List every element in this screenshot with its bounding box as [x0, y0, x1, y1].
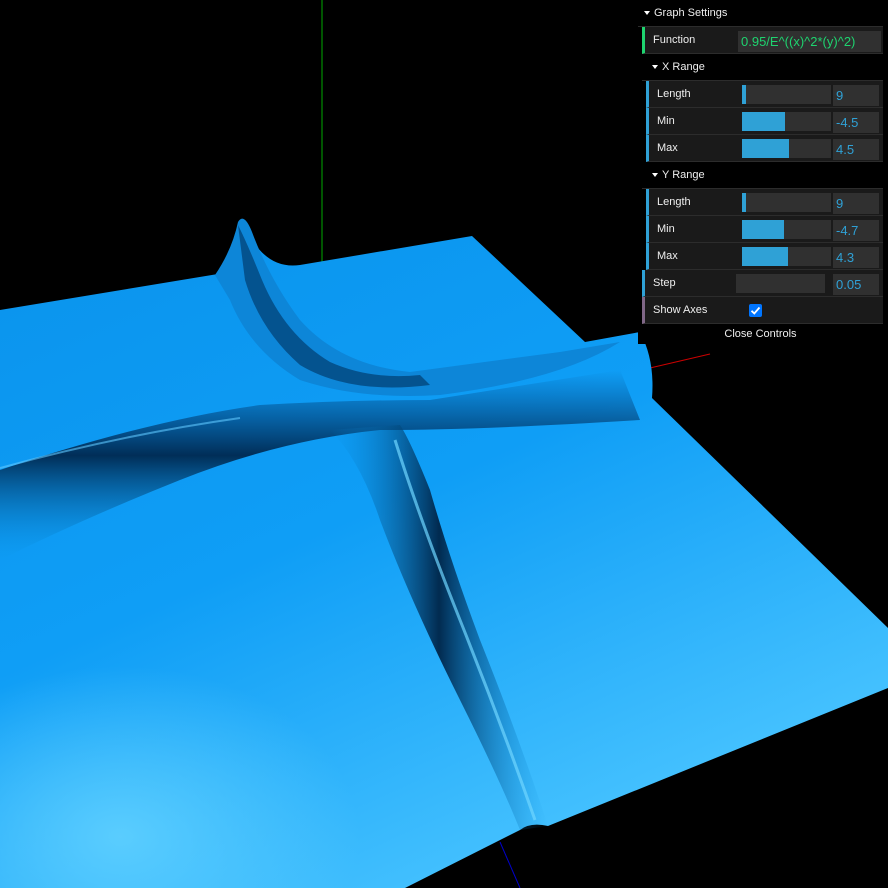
folder-x-range-title[interactable]: X Range: [642, 54, 883, 81]
folder-y-range: Y Range Length 9 Min -4.7 Max 4.3: [638, 162, 883, 270]
x-min-input[interactable]: -4.5: [833, 112, 879, 133]
folder-y-range-title[interactable]: Y Range: [642, 162, 883, 189]
show-axes-checkbox[interactable]: [749, 304, 762, 317]
step-input[interactable]: 0.05: [833, 274, 879, 295]
y-min-slider[interactable]: [742, 220, 831, 239]
y-max-label: Max: [657, 250, 678, 262]
x-length-label: Length: [657, 88, 691, 100]
y-length-row: Length 9: [646, 189, 883, 216]
y-length-label: Length: [657, 196, 691, 208]
y-min-row: Min -4.7: [646, 216, 883, 243]
x-length-row: Length 9: [646, 81, 883, 108]
x-max-slider[interactable]: [742, 139, 831, 158]
controls-panel: Graph Settings Function 0.95/E^((x)^2*(y…: [638, 0, 883, 344]
y-min-input[interactable]: -4.7: [833, 220, 879, 241]
y-length-slider[interactable]: [742, 193, 831, 212]
close-controls-button[interactable]: Close Controls: [638, 324, 883, 344]
step-row: Step 0.05: [642, 270, 883, 297]
function-input[interactable]: 0.95/E^((x)^2*(y)^2): [738, 31, 881, 52]
x-max-input[interactable]: 4.5: [833, 139, 879, 160]
folder-title-label: Graph Settings: [654, 7, 728, 19]
x-min-row: Min -4.5: [646, 108, 883, 135]
y-max-slider[interactable]: [742, 247, 831, 266]
checkmark-icon: [750, 306, 761, 315]
y-max-input[interactable]: 4.3: [833, 247, 879, 268]
x-axis-line: [649, 353, 711, 369]
x-max-row: Max 4.5: [646, 135, 883, 162]
x-length-slider[interactable]: [742, 85, 831, 104]
y-max-row: Max 4.3: [646, 243, 883, 270]
show-axes-label: Show Axes: [653, 304, 708, 316]
step-label: Step: [653, 277, 676, 289]
expand-triangle-icon: [644, 11, 650, 15]
function-row: Function 0.95/E^((x)^2*(y)^2): [642, 27, 883, 54]
x-max-label: Max: [657, 142, 678, 154]
folder-title-label: Y Range: [662, 169, 705, 181]
x-length-input[interactable]: 9: [833, 85, 879, 106]
expand-triangle-icon: [652, 173, 658, 177]
y-length-input[interactable]: 9: [833, 193, 879, 214]
x-min-slider[interactable]: [742, 112, 831, 131]
expand-triangle-icon: [652, 65, 658, 69]
step-slider[interactable]: [736, 274, 825, 293]
y-min-label: Min: [657, 223, 675, 235]
x-min-label: Min: [657, 115, 675, 127]
show-axes-row: Show Axes: [642, 297, 883, 324]
function-label: Function: [653, 34, 696, 46]
z-axis-line: [499, 841, 521, 888]
folder-title-label: X Range: [662, 61, 705, 73]
folder-x-range: X Range Length 9 Min -4.5 Max 4.5: [638, 54, 883, 162]
folder-graph-settings[interactable]: Graph Settings: [638, 0, 883, 27]
